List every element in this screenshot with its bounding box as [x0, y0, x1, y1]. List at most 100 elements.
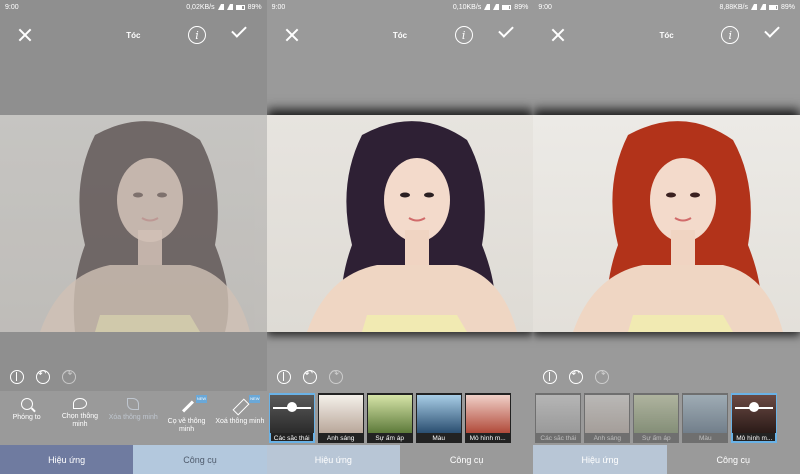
effects-strip: Các sắc thái Ánh sáng Sự ấm áp Màu Mô hì…: [533, 391, 800, 445]
portrait-image: [306, 121, 517, 332]
tool-smart-brush[interactable]: NEW Cọ vẽ thông minh: [160, 391, 213, 445]
signal-icon: [493, 4, 500, 10]
status-time: 9:00: [538, 3, 552, 11]
tool-smart-select[interactable]: Chọn thông minh: [53, 391, 106, 445]
zoom-icon: [20, 398, 33, 410]
thumb-image: [585, 395, 630, 433]
thumb-label: Ánh sáng: [326, 435, 355, 442]
lasso-icon: [72, 398, 87, 409]
signal-icon: [750, 4, 757, 10]
redo-icon[interactable]: [328, 369, 343, 384]
undo-icon[interactable]: [36, 369, 50, 384]
page-title: Tóc: [659, 30, 674, 40]
signal-icon: [217, 4, 224, 10]
compare-icon[interactable]: [10, 370, 24, 384]
redo-icon[interactable]: [595, 369, 610, 384]
page-title: Tóc: [392, 30, 408, 40]
portrait-image: [40, 121, 250, 332]
signal-icon: [759, 4, 766, 10]
thumb-label: Sự ấm áp: [375, 435, 404, 442]
effect-thumb-pattern[interactable]: Mô hình m...: [731, 393, 778, 443]
tool-smart-eraser[interactable]: NEW Xoá thông minh: [213, 391, 266, 445]
status-battery: 89%: [247, 3, 262, 11]
thumb-image: [416, 395, 461, 433]
thumb-label: Mô hình m...: [736, 435, 773, 442]
effect-thumb-light[interactable]: Ánh sáng: [317, 393, 364, 443]
bottom-nav: Hiệu ứng Công cụ: [0, 445, 267, 474]
bottom-nav: Hiệu ứng Công cụ: [266, 445, 534, 474]
thumb-label: Các sắc thái: [273, 435, 310, 442]
thumb-label: Các sắc thái: [540, 435, 577, 442]
screen-tools: 9:00 0,02KB/s 89% Tóc i ↶ ↷ Phóng to Chọ…: [0, 0, 267, 474]
tab-effects[interactable]: Hiệu ứng: [266, 445, 400, 474]
new-badge: NEW: [249, 395, 261, 403]
thumb-label: Mô hình m...: [469, 435, 506, 442]
thumb-image: [732, 395, 777, 433]
thumb-label: Màu: [432, 435, 445, 442]
status-net-speed: 8,88KB/s: [719, 3, 748, 11]
tool-zoom[interactable]: Phóng to: [0, 391, 53, 445]
tool-label: Phóng to: [12, 414, 41, 421]
tab-tools[interactable]: Công cụ: [399, 445, 534, 474]
status-bar: 9:00 0,02KB/s 89%: [0, 0, 267, 14]
bottom-nav: Hiệu ứng Công cụ: [533, 445, 800, 474]
signal-icon: [226, 4, 233, 10]
tab-effects[interactable]: Hiệu ứng: [0, 445, 134, 474]
status-time: 9:00: [271, 3, 286, 11]
compare-icon[interactable]: [276, 370, 291, 384]
info-icon[interactable]: i: [188, 26, 206, 44]
tool-label: Xóa thông minh: [108, 414, 158, 421]
thumb-image: [465, 395, 510, 433]
status-net-speed: 0,02KB/s: [186, 3, 215, 11]
leaf-icon: [127, 398, 140, 410]
effects-strip: Các sắc thái Ánh sáng Sự ấm áp Màu Mô hì…: [267, 391, 534, 445]
top-bar: Tóc i: [533, 22, 800, 48]
undo-icon[interactable]: [569, 369, 584, 384]
top-bar: Tóc i: [267, 22, 534, 48]
edit-toolbar: [533, 368, 800, 388]
thumb-image: [634, 395, 679, 433]
effect-thumb-warmth[interactable]: Sự ấm áp: [366, 393, 413, 443]
thumb-image: [367, 395, 412, 433]
new-badge: NEW: [195, 395, 208, 403]
photo-canvas[interactable]: [266, 115, 534, 332]
status-battery: 89%: [780, 3, 795, 11]
screen-effects-dark: 9:00 0,10KB/s 89% Tóc i ↶ ↷ Các sắc thái…: [266, 0, 534, 474]
photo-canvas[interactable]: [533, 115, 800, 332]
effect-thumb-pattern[interactable]: Mô hình m...: [464, 393, 511, 443]
photo-canvas[interactable]: [0, 115, 267, 332]
tab-effects[interactable]: Hiệu ứng: [533, 445, 667, 474]
edit-toolbar: [0, 368, 267, 388]
info-icon[interactable]: i: [454, 26, 473, 44]
thumb-image: [318, 395, 363, 433]
top-bar: Tóc i: [0, 22, 267, 48]
redo-icon[interactable]: [62, 369, 76, 384]
status-time: 9:00: [5, 3, 19, 11]
tools-panel: Phóng to Chọn thông minh Xóa thông minh …: [0, 391, 267, 445]
effect-thumb-warmth[interactable]: Sự ấm áp: [633, 393, 680, 443]
battery-icon: [235, 4, 245, 10]
thumb-image: [269, 395, 314, 433]
thumb-image: [536, 395, 581, 433]
compare-icon[interactable]: [543, 370, 558, 384]
effect-thumb-tones[interactable]: Các sắc thái: [535, 393, 582, 443]
effect-thumb-color[interactable]: Màu: [682, 393, 729, 443]
thumb-label: Màu: [698, 435, 712, 442]
signal-icon: [484, 4, 491, 10]
tool-smart-erase[interactable]: Xóa thông minh: [107, 391, 160, 445]
effect-thumb-light[interactable]: Ánh sáng: [584, 393, 631, 443]
slider-knob[interactable]: [286, 402, 297, 412]
tab-tools[interactable]: Công cụ: [666, 445, 800, 474]
tab-tools[interactable]: Công cụ: [133, 445, 267, 474]
undo-icon[interactable]: [302, 369, 317, 384]
status-bar: 9:00 8,88KB/s 89%: [533, 0, 800, 14]
portrait-image: [573, 121, 784, 332]
info-icon[interactable]: i: [721, 26, 740, 44]
edit-toolbar: [267, 368, 534, 388]
status-net-speed: 0,10KB/s: [452, 3, 482, 11]
effect-thumb-color[interactable]: Màu: [415, 393, 462, 443]
thumb-image: [683, 395, 728, 433]
brush-icon: [179, 398, 195, 414]
effect-thumb-tones[interactable]: Các sắc thái: [268, 393, 315, 443]
status-bar: 9:00 0,10KB/s 89%: [267, 0, 534, 14]
